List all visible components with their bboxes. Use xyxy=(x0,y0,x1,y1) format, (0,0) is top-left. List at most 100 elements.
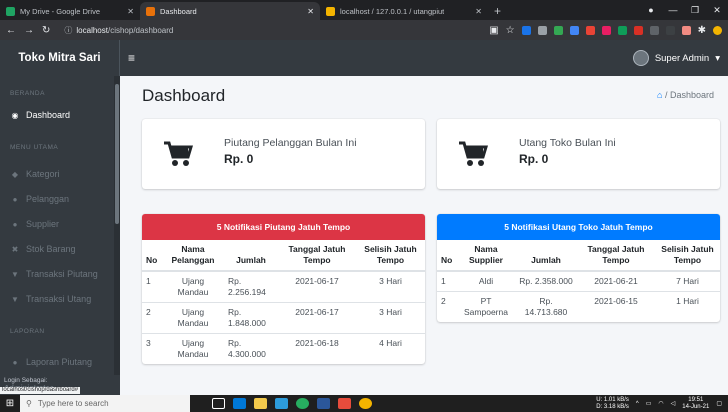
extension-icon[interactable] xyxy=(553,25,563,35)
file-explorer-icon[interactable] xyxy=(254,398,267,409)
volume-icon[interactable]: ◁ xyxy=(671,400,676,407)
clock[interactable]: 19:51 14-Jun-21 xyxy=(682,397,709,411)
cell-tanggal: 2021-06-21 xyxy=(577,270,655,292)
browser-tab-active[interactable]: Dashboard ✕ xyxy=(140,2,320,20)
wifi-icon[interactable]: ◠ xyxy=(658,400,663,407)
word-icon[interactable] xyxy=(317,398,330,409)
extension-icon[interactable] xyxy=(665,25,675,35)
profile-icon[interactable]: ● xyxy=(640,5,662,15)
cart-icon xyxy=(448,129,498,179)
avatar[interactable] xyxy=(713,25,722,35)
minimize-icon[interactable]: — xyxy=(662,5,684,15)
cell-jumlah: Rp. 4.300.000 xyxy=(224,333,278,364)
cell-tanggal: 2021-06-15 xyxy=(577,291,655,322)
close-icon[interactable]: ✕ xyxy=(475,7,482,16)
store-icon[interactable] xyxy=(275,398,288,409)
sidebar-item-label: Transaksi Utang xyxy=(26,294,92,304)
table-header-row: No Nama Pelanggan Jumlah Tanggal Jatuh T… xyxy=(142,240,425,272)
extension-icon[interactable] xyxy=(649,25,659,35)
new-tab-button[interactable]: + xyxy=(488,2,507,20)
menu-toggle-icon[interactable]: ≡ xyxy=(128,51,135,65)
browser-tab[interactable]: My Drive - Google Drive ✕ xyxy=(0,2,140,20)
column-header: Nama Supplier xyxy=(457,240,515,272)
app-icon[interactable] xyxy=(338,398,351,409)
tag-icon: ◆ xyxy=(11,169,19,179)
info-box-value: Rp. 0 xyxy=(519,152,549,166)
taskbar-apps xyxy=(212,398,372,409)
windows-taskbar: ⊞ ⚲ Type here to search U: 1.01 kB/s D: … xyxy=(0,395,728,412)
info-box-label: Utang Toko Bulan Ini xyxy=(519,137,616,149)
extension-icon[interactable] xyxy=(681,25,691,35)
notification-icon[interactable]: ▢ xyxy=(716,400,722,407)
info-box-utang: Utang Toko Bulan Ini Rp. 0 xyxy=(437,119,720,189)
extensions-bar: ▣ ☆ ✱ xyxy=(489,25,722,36)
taskbar-search[interactable]: ⚲ Type here to search xyxy=(20,395,190,412)
chrome-icon[interactable] xyxy=(359,398,372,409)
sidebar-item-stok-barang[interactable]: ✖ Stok Barang xyxy=(0,239,114,259)
sidebar-item-transaksi-utang[interactable]: ▼ Transaksi Utang xyxy=(0,289,114,309)
cell-jumlah: Rp. 2.358.000 xyxy=(515,270,577,292)
sidebar: BERANDA ◉ Dashboard MENU UTAMA ◆ Kategor… xyxy=(0,76,120,395)
home-icon[interactable]: ⌂ xyxy=(657,90,662,100)
brand-name[interactable]: Toko Mitra Sari xyxy=(0,40,120,76)
puzzle-icon[interactable]: ✱ xyxy=(698,25,706,36)
user-menu[interactable]: Super Admin ▾ xyxy=(632,50,720,66)
maximize-icon[interactable]: ❐ xyxy=(684,5,706,16)
extension-icon[interactable] xyxy=(521,25,531,35)
utang-notification-card: 5 Notifikasi Utang Toko Jatuh Tempo No N… xyxy=(437,214,720,322)
phpmyadmin-icon xyxy=(326,6,335,16)
cart-icon: ▼ xyxy=(11,294,19,304)
forward-icon[interactable]: → xyxy=(24,25,34,36)
sidebar-item-label: Kategori xyxy=(26,169,60,179)
cell-selisih: 3 Hari xyxy=(356,302,425,334)
sidebar-item-dashboard[interactable]: ◉ Dashboard xyxy=(0,105,114,125)
url-field[interactable]: ⓘ localhost/cishop/dashboard xyxy=(64,25,481,36)
close-icon[interactable]: ✕ xyxy=(307,7,314,16)
close-window-icon[interactable]: ✕ xyxy=(706,5,728,16)
app-icon[interactable] xyxy=(296,398,309,409)
extension-icon[interactable] xyxy=(633,25,643,35)
clock-time: 19:51 xyxy=(688,396,704,403)
user-icon: ● xyxy=(12,219,18,229)
extension-icon[interactable] xyxy=(617,25,627,35)
browser-tab[interactable]: localhost / 127.0.0.1 / utangpiut ✕ xyxy=(320,2,488,20)
column-header: No xyxy=(142,240,162,272)
info-box-piutang: Piutang Pelanggan Bulan Ini Rp. 0 xyxy=(142,119,425,189)
cell-nama: Ujang Mandau xyxy=(162,302,224,334)
table-row: 1 Aldi Rp. 2.358.000 2021-06-21 7 Hari xyxy=(437,270,720,292)
sidebar-item-label: Supplier xyxy=(26,219,60,229)
cart-icon: ▼ xyxy=(11,269,19,279)
extension-icon[interactable] xyxy=(585,25,595,35)
extension-icon[interactable] xyxy=(569,25,579,35)
sidebar-item-pelanggan[interactable]: ● Pelanggan xyxy=(0,189,114,209)
cell-no: 2 xyxy=(437,291,457,322)
back-icon[interactable]: ← xyxy=(6,25,16,36)
windows-start-icon[interactable]: ⊞ xyxy=(0,398,20,409)
column-header: Tanggal Jatuh Tempo xyxy=(278,240,356,272)
net-up-value: 1.01 kB/s xyxy=(603,396,629,403)
sidebar-item-kategori[interactable]: ◆ Kategori xyxy=(0,164,114,184)
reload-icon[interactable]: ↻ xyxy=(42,25,50,36)
close-icon[interactable]: ✕ xyxy=(127,7,134,16)
table-row: 1 Ujang Mandau Rp. 2.256.194 2021-06-17 … xyxy=(142,270,425,303)
translate-icon[interactable]: ▣ xyxy=(489,25,498,36)
sidebar-item-laporan-piutang[interactable]: ● Laporan Piutang xyxy=(0,352,114,372)
table-row: 2 Ujang Mandau Rp. 1.848.000 2021-06-17 … xyxy=(142,302,425,334)
extension-icon[interactable] xyxy=(601,25,611,35)
sidebar-item-supplier[interactable]: ● Supplier xyxy=(0,214,114,234)
star-icon[interactable]: ☆ xyxy=(506,25,515,36)
report-icon: ● xyxy=(12,357,18,367)
cell-no: 3 xyxy=(142,333,162,364)
chevron-up-icon[interactable]: ^ xyxy=(636,401,639,407)
url-host: localhost xyxy=(76,25,108,35)
extension-icon[interactable] xyxy=(537,25,547,35)
sidebar-header-beranda: BERANDA xyxy=(10,90,45,97)
windows-app-icon[interactable] xyxy=(233,398,246,409)
sidebar-item-transaksi-piutang[interactable]: ▼ Transaksi Piutang xyxy=(0,264,114,284)
battery-icon[interactable]: ▭ xyxy=(646,400,652,407)
task-view-icon[interactable] xyxy=(212,398,225,409)
cell-selisih: 7 Hari xyxy=(655,270,720,292)
column-header: No xyxy=(437,240,457,272)
user-icon: ● xyxy=(12,194,18,204)
status-url-tooltip: localhost/cishop/dashboard# xyxy=(0,387,81,394)
